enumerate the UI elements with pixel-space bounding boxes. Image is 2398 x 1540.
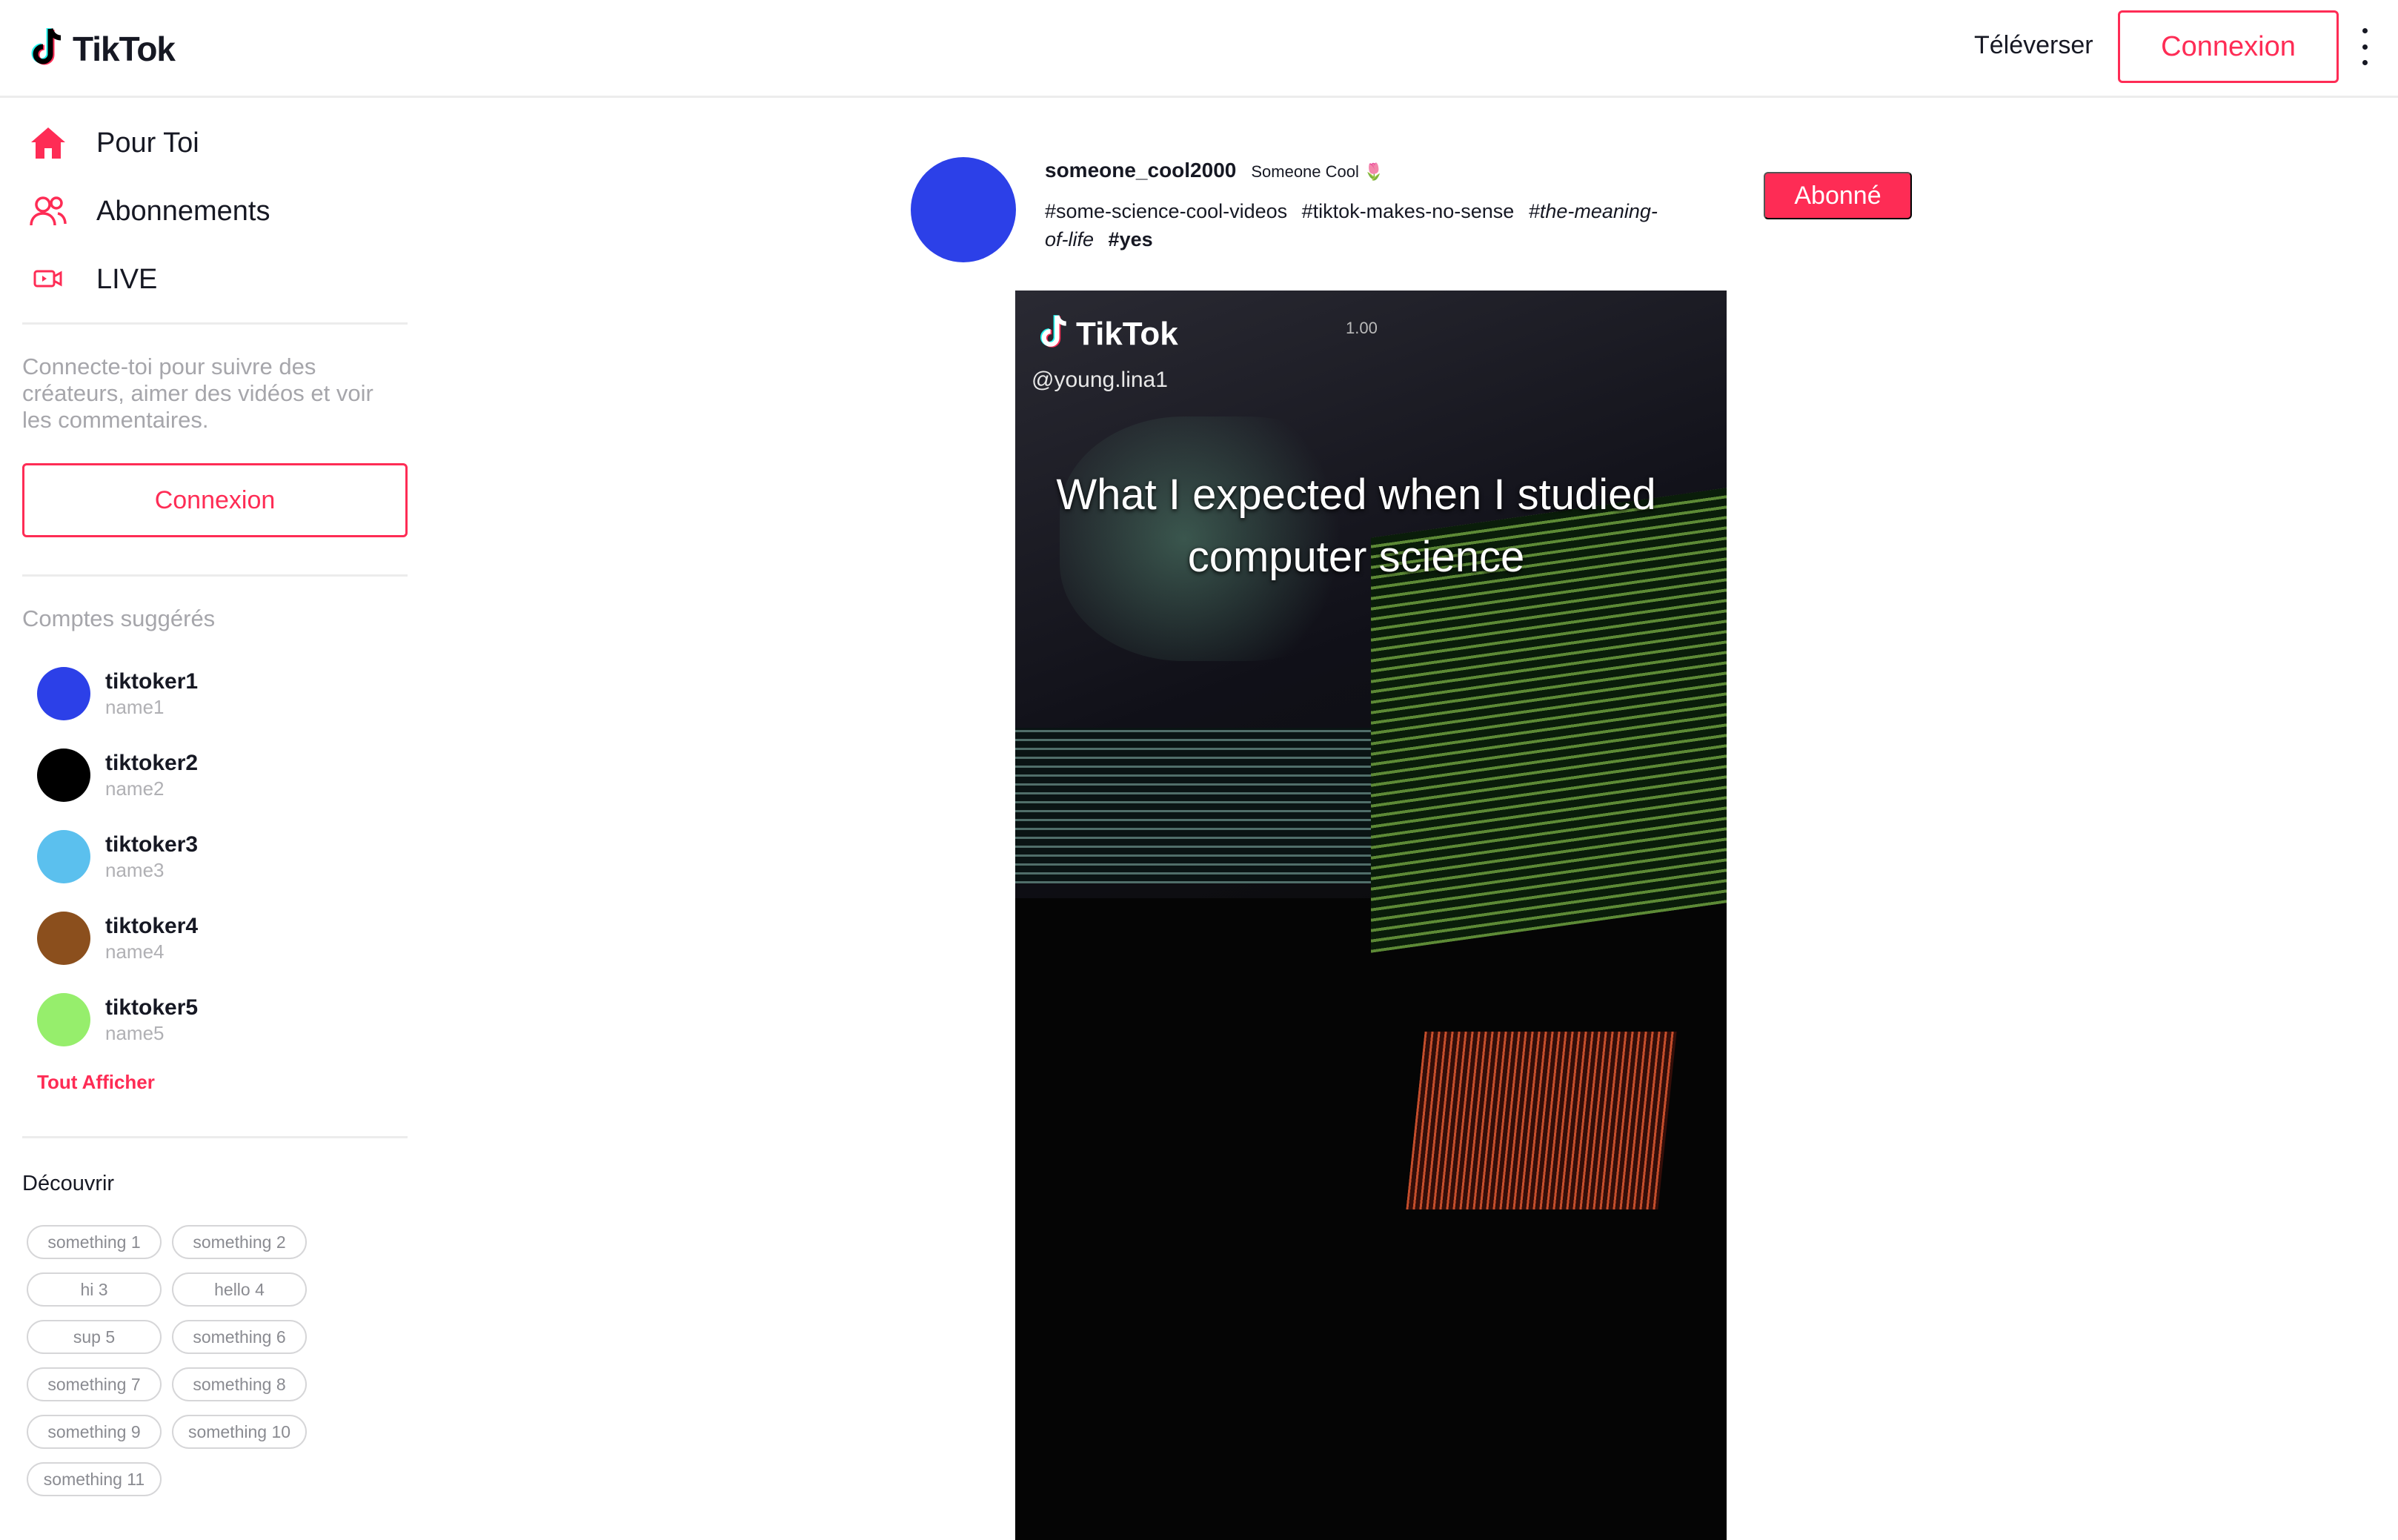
discover-tag[interactable]: something 7	[27, 1367, 162, 1401]
tiktok-logo[interactable]: TikTok	[28, 25, 176, 73]
account-name: name5	[105, 1022, 165, 1044]
video-logo-text: TikTok	[1076, 315, 1178, 352]
home-icon	[28, 123, 68, 163]
nav-label: LIVE	[96, 263, 158, 295]
suggested-accounts-title: Comptes suggérés	[22, 605, 216, 631]
post-username: someone_cool2000	[1045, 159, 1237, 182]
divider	[22, 574, 408, 577]
discover-tag[interactable]: something 11	[27, 1462, 162, 1496]
nav-label: Pour Toi	[96, 127, 199, 159]
video-watermark: TikTok	[1037, 313, 1178, 355]
sidebar-login-button[interactable]: Connexion	[22, 463, 408, 537]
account-username: tiktoker2	[105, 751, 199, 775]
discover-tag[interactable]: something 9	[27, 1415, 162, 1449]
suggested-account[interactable]: tiktoker2 name2	[37, 748, 198, 803]
tiktok-note-icon	[1037, 313, 1070, 355]
discover-tags: something 1 something 2 hi 3 hello 4 sup…	[27, 1225, 323, 1496]
account-username: tiktoker5	[105, 995, 199, 1020]
discover-tag[interactable]: hi 3	[27, 1272, 162, 1307]
suggested-account[interactable]: tiktoker3 name3	[37, 829, 198, 884]
discover-tag[interactable]: something 2	[172, 1225, 307, 1259]
hashtag-link[interactable]: #some-science-cool-videos	[1045, 200, 1287, 222]
post-avatar[interactable]	[911, 157, 1016, 262]
discover-tag[interactable]: something 1	[27, 1225, 162, 1259]
video-player[interactable]: TikTok @young.lina1 1.00 What I expected…	[1015, 291, 1727, 1540]
suggested-account[interactable]: tiktoker1 name1	[37, 666, 198, 721]
discover-tag[interactable]: something 6	[172, 1320, 307, 1354]
login-hint: Connecte-toi pour suivre des créateurs, …	[22, 354, 373, 433]
discover-tag[interactable]: hello 4	[172, 1272, 307, 1307]
top-header: TikTok Téléverser Connexion	[0, 0, 2398, 98]
avatar	[37, 667, 90, 720]
account-name: name2	[105, 777, 165, 800]
discover-tag[interactable]: something 10	[172, 1415, 307, 1449]
see-all-link[interactable]: Tout Afficher	[37, 1071, 155, 1094]
account-name: name4	[105, 940, 165, 963]
video-screen-graphic	[1015, 728, 1371, 883]
upload-link[interactable]: Téléverser	[1974, 31, 2093, 60]
post-author[interactable]: someone_cool2000 Someone Cool 🌷	[1045, 159, 1384, 182]
post-nickname: Someone Cool 🌷	[1251, 162, 1384, 181]
avatar	[37, 830, 90, 883]
suggested-account[interactable]: tiktoker4 name4	[37, 911, 198, 966]
nav-item-live[interactable]: LIVE	[28, 257, 157, 302]
hashtag-link[interactable]: #yes	[1109, 228, 1153, 250]
hashtag-link[interactable]: #tiktok-makes-no-sense	[1302, 200, 1515, 222]
avatar	[37, 749, 90, 802]
header-login-button[interactable]: Connexion	[2118, 10, 2339, 83]
tiktok-note-icon	[28, 26, 65, 73]
discover-title: Découvrir	[22, 1172, 115, 1195]
account-username: tiktoker4	[105, 914, 199, 938]
follow-button[interactable]: Abonné	[1764, 172, 1912, 219]
video-handle: @young.lina1	[1032, 368, 1168, 392]
video-timestamp: 1.00	[1346, 319, 1378, 337]
nav-label: Abonnements	[96, 195, 270, 227]
video-laptop-graphic	[1406, 1032, 1677, 1209]
logo-text: TikTok	[73, 30, 176, 68]
avatar	[37, 912, 90, 965]
users-icon	[28, 191, 68, 231]
suggested-account[interactable]: tiktoker5 name5	[37, 992, 198, 1047]
account-name: name1	[105, 696, 165, 718]
discover-tag[interactable]: something 8	[172, 1367, 307, 1401]
sidebar: Pour Toi Abonnements LIVE Connecte-toi p…	[0, 100, 430, 1540]
divider	[22, 1136, 408, 1138]
account-username: tiktoker3	[105, 832, 199, 857]
post-caption: #some-science-cool-videos #tiktok-makes-…	[1045, 197, 1660, 253]
live-icon	[28, 259, 68, 299]
discover-tag[interactable]: sup 5	[27, 1320, 162, 1354]
nav-item-for-you[interactable]: Pour Toi	[28, 121, 199, 165]
account-name: name3	[105, 859, 165, 881]
avatar	[37, 993, 90, 1046]
more-menu-icon[interactable]	[2359, 28, 2370, 65]
nav-item-following[interactable]: Abonnements	[28, 189, 270, 233]
video-overlay-title: What I expected when I studied computer …	[1056, 471, 1656, 581]
account-username: tiktoker1	[105, 669, 199, 694]
divider	[22, 322, 408, 325]
